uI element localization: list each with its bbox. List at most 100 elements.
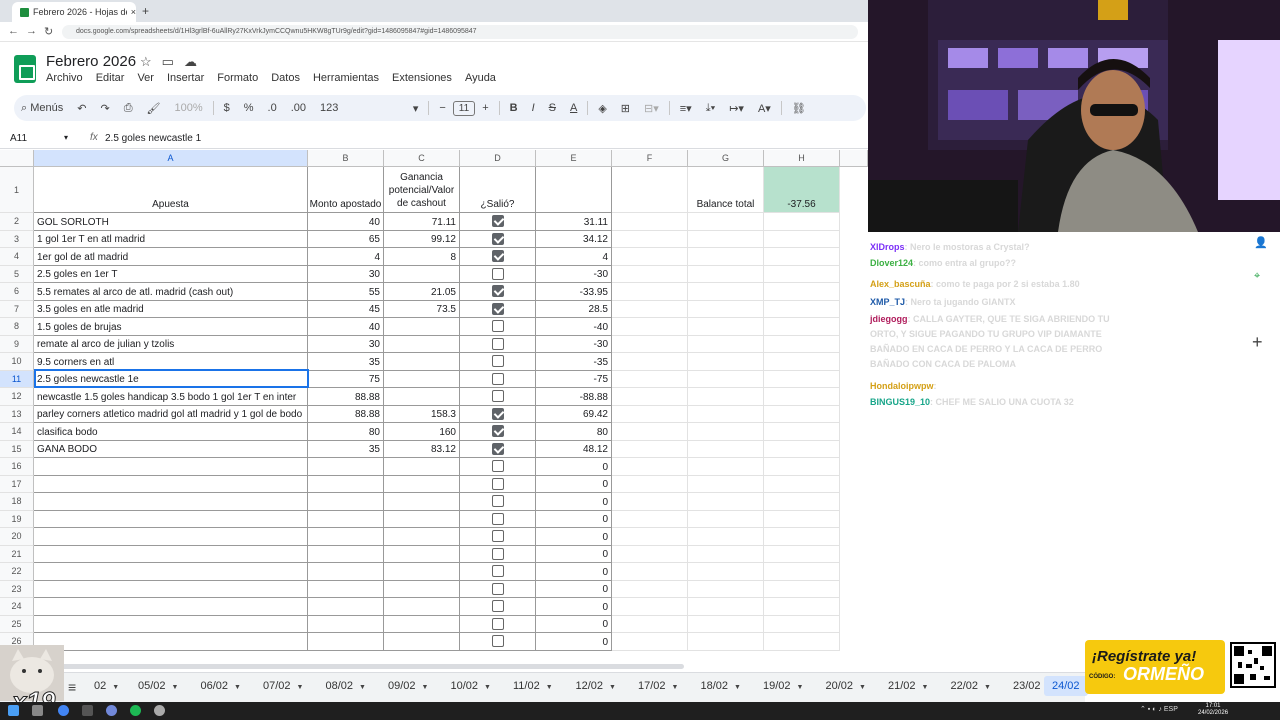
cell-a[interactable] [34, 493, 308, 511]
cell-a[interactable] [34, 633, 308, 651]
cell-c[interactable]: 71.11 [384, 213, 460, 231]
balance-label[interactable]: Balance total [688, 167, 764, 213]
salio-checkbox-cell[interactable] [460, 353, 536, 371]
cell-empty[interactable] [612, 423, 688, 441]
cell-a[interactable]: remate al arco de julian y tzolis [34, 335, 308, 353]
salio-checkbox-cell[interactable] [460, 598, 536, 616]
row-header[interactable]: 12 [0, 388, 34, 406]
cell-e[interactable]: 34.12 [536, 230, 612, 248]
cell-empty[interactable] [764, 440, 840, 458]
checkbox-unchecked-icon[interactable] [491, 372, 504, 385]
checkbox-unchecked-icon[interactable] [491, 320, 504, 333]
cell-empty[interactable] [688, 213, 764, 231]
cell-c[interactable] [384, 633, 460, 651]
cell-b[interactable]: 40 [308, 213, 384, 231]
sheet-tab-menu-icon[interactable]: ▼ [797, 684, 804, 691]
row-header[interactable]: 3 [0, 230, 34, 248]
all-sheets-menu-icon[interactable]: ≡ [68, 679, 76, 695]
checkbox-unchecked-icon[interactable] [491, 390, 504, 403]
paint-format-icon[interactable]: 🖌 [140, 102, 168, 115]
chat-username[interactable]: Dlover124 [870, 258, 913, 268]
cell-c[interactable] [384, 528, 460, 546]
chat-username[interactable]: BINGUS19_10 [870, 397, 930, 407]
checkbox-checked-icon[interactable] [491, 407, 504, 420]
chrome-icon[interactable] [58, 705, 69, 716]
row-header[interactable]: 20 [0, 528, 34, 546]
checkbox-unchecked-icon[interactable] [491, 267, 504, 280]
cell-empty[interactable] [764, 458, 840, 476]
cell-empty[interactable] [688, 353, 764, 371]
cell-b[interactable]: 35 [308, 440, 384, 458]
add-addon-icon[interactable]: + [1252, 332, 1263, 353]
cell-a[interactable] [34, 598, 308, 616]
cell-empty[interactable] [764, 300, 840, 318]
cell-b[interactable] [308, 528, 384, 546]
sheet-tab-menu-icon[interactable]: ▼ [546, 684, 553, 691]
cell-empty[interactable] [688, 440, 764, 458]
salio-checkbox-cell[interactable] [460, 633, 536, 651]
header-salio[interactable]: ¿Salió? [460, 167, 536, 213]
chat-username[interactable]: XMP_TJ [870, 297, 905, 307]
column-header-d[interactable]: D [460, 150, 536, 167]
new-tab-icon[interactable]: + [142, 4, 149, 18]
cell-c[interactable] [384, 370, 460, 388]
cell-b[interactable] [308, 493, 384, 511]
contacts-icon[interactable]: 👤 [1254, 236, 1268, 249]
text-color-button[interactable]: A [563, 102, 584, 114]
menu-archivo[interactable]: Archivo [46, 72, 83, 84]
cell-e[interactable]: 31.11 [536, 213, 612, 231]
row-header[interactable]: 23 [0, 580, 34, 598]
header-apuesta[interactable]: Apuesta [34, 167, 308, 213]
cell-c[interactable]: 21.05 [384, 283, 460, 301]
cell-empty[interactable] [612, 493, 688, 511]
row-header[interactable]: 7 [0, 300, 34, 318]
cell-empty[interactable] [764, 423, 840, 441]
spreadsheet-grid[interactable]: A B C D E F G H 1 Apuesta Monto apostado… [0, 150, 868, 665]
cell-c[interactable]: 99.12 [384, 230, 460, 248]
cell-c[interactable] [384, 598, 460, 616]
cell-empty[interactable] [612, 248, 688, 266]
cell-empty[interactable] [764, 353, 840, 371]
cell-e[interactable]: -75 [536, 370, 612, 388]
vertical-align-icon[interactable]: ⤓▾ [699, 102, 722, 115]
insert-link-icon[interactable]: ⛓ [785, 102, 813, 115]
cell-empty[interactable] [612, 563, 688, 581]
sheet-tab-menu-icon[interactable]: ▼ [297, 684, 304, 691]
search-taskbar-icon[interactable] [32, 705, 43, 716]
cell-empty[interactable] [764, 405, 840, 423]
cell-b[interactable]: 40 [308, 318, 384, 336]
salio-checkbox-cell[interactable] [460, 423, 536, 441]
cell-empty[interactable] [612, 230, 688, 248]
cell-e[interactable]: 48.12 [536, 440, 612, 458]
cell-empty[interactable] [764, 563, 840, 581]
cell-c[interactable] [384, 353, 460, 371]
salio-checkbox-cell[interactable] [460, 580, 536, 598]
select-all-corner[interactable] [0, 150, 34, 167]
checkbox-unchecked-icon[interactable] [491, 565, 504, 578]
url-field[interactable]: docs.google.com/spreadsheets/d/1Hl3grlBf… [62, 25, 858, 39]
more-formats-button[interactable]: 123 [313, 102, 345, 114]
cell-e[interactable]: 80 [536, 423, 612, 441]
row-header[interactable]: 18 [0, 493, 34, 511]
cell-empty[interactable] [764, 265, 840, 283]
sheet-tab[interactable]: 19/02 ▼ [763, 680, 803, 692]
cell-empty[interactable] [764, 283, 840, 301]
currency-button[interactable]: $ [217, 102, 237, 114]
cell-a[interactable]: parley corners atletico madrid gol atl m… [34, 405, 308, 423]
row-header[interactable]: 9 [0, 335, 34, 353]
sheet-tab[interactable]: 05/02 ▼ [138, 680, 178, 692]
print-icon[interactable]: ⎙ [117, 102, 140, 115]
checkbox-checked-icon[interactable] [491, 302, 504, 315]
cell-empty[interactable] [688, 248, 764, 266]
cell-a[interactable]: 9.5 corners en atl [34, 353, 308, 371]
cell-a[interactable]: 3.5 goles en atle madrid [34, 300, 308, 318]
cell-c[interactable] [384, 563, 460, 581]
cell-a[interactable]: GANA BODO [34, 440, 308, 458]
cell-a[interactable]: 2.5 goles en 1er T [34, 265, 308, 283]
cell-empty[interactable] [612, 300, 688, 318]
cell-empty[interactable] [764, 248, 840, 266]
name-box[interactable]: A11 [10, 133, 27, 144]
menu-insertar[interactable]: Insertar [167, 72, 204, 84]
cell-empty[interactable] [612, 545, 688, 563]
cell-empty[interactable] [764, 633, 840, 651]
